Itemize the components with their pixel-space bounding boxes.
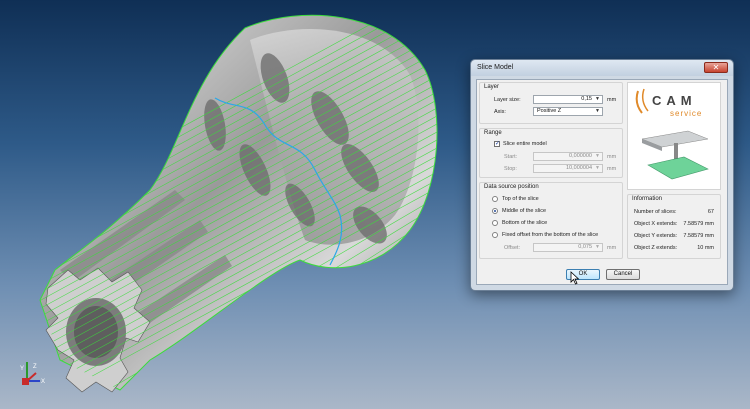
slice-entire-label: Slice entire model (503, 141, 547, 147)
radio-label: Fixed offset from the bottom of the slic… (502, 232, 599, 238)
offset-label: Offset: (504, 245, 521, 251)
dialog-client: Layer Layer size: 0,15 ▼ mm Axis: Positi… (476, 79, 728, 285)
svg-text:X: X (41, 379, 45, 385)
start-label: Start: (504, 154, 518, 160)
info-row: Object Y extends: 7.58579 mm (634, 233, 714, 239)
radio-label: Middle of the slice (502, 208, 547, 214)
layer-size-input[interactable]: 0,15 ▼ (533, 95, 603, 104)
layer-size-label: Layer size: (494, 97, 521, 103)
close-icon[interactable]: ✕ (704, 62, 728, 73)
axis-label: Axis: (494, 109, 506, 115)
radio-fixed-offset[interactable] (492, 232, 498, 238)
cam-logo-text: CAM (652, 93, 697, 108)
stop-unit: mm (607, 166, 617, 172)
radio-label: Bottom of the slice (502, 220, 548, 226)
cam-service-logo-panel: CAM service (627, 82, 721, 190)
cancel-button[interactable]: Cancel (606, 269, 640, 280)
information-group-title: Information (632, 196, 663, 202)
info-row: Number of slices: 67 (634, 209, 714, 215)
radio-label: Top of the slice (502, 196, 539, 202)
spinner-icon[interactable]: ▼ (595, 153, 600, 160)
offset-unit: mm (607, 245, 617, 251)
dropdown-arrow-icon[interactable]: ▼ (595, 108, 600, 115)
dialog-titlebar[interactable]: Slice Model ✕ (471, 60, 733, 76)
service-logo-text: service (670, 109, 703, 118)
start-input[interactable]: 0,000000 ▼ (533, 152, 603, 161)
data-source-group: Data source position Top of the slice Mi… (479, 182, 623, 259)
range-group-title: Range (484, 130, 502, 136)
layer-group-title: Layer (484, 84, 500, 90)
svg-text:Y: Y (20, 366, 24, 372)
axis-triad: Y Z X (20, 362, 45, 385)
svg-text:Z: Z (33, 364, 37, 370)
layer-group: Layer Layer size: 0,15 ▼ mm Axis: Positi… (479, 82, 623, 124)
slice-model-dialog[interactable]: Slice Model ✕ Layer Layer size: 0,15 ▼ m… (470, 59, 734, 291)
info-row: Object X extends: 7.58579 mm (634, 221, 714, 227)
stop-label: Stop: (504, 166, 517, 172)
stop-input[interactable]: 10,000004 ▼ (533, 164, 603, 173)
slice-entire-checkbox[interactable]: ✓ (494, 141, 500, 147)
start-unit: mm (607, 154, 617, 160)
offset-input[interactable]: 0,075 ▼ (533, 243, 603, 252)
mouse-cursor-icon (570, 271, 580, 285)
radio-middle-of-slice[interactable] (492, 208, 498, 214)
data-source-group-title: Data source position (484, 184, 539, 190)
radio-bottom-of-slice[interactable] (492, 220, 498, 226)
info-row: Object Z extends: 10 mm (634, 245, 714, 251)
axis-select[interactable]: Positive Z ▼ (533, 107, 603, 116)
radio-top-of-slice[interactable] (492, 196, 498, 202)
spinner-icon[interactable]: ▼ (595, 165, 600, 172)
layer-size-unit: mm (607, 97, 617, 103)
dialog-title: Slice Model (477, 64, 514, 71)
dropdown-arrow-icon[interactable]: ▼ (595, 96, 600, 103)
range-group: Range ✓ Slice entire model Start: 0,0000… (479, 128, 623, 178)
spinner-icon[interactable]: ▼ (595, 244, 600, 251)
information-group: Information Number of slices: 67 Object … (627, 194, 721, 259)
